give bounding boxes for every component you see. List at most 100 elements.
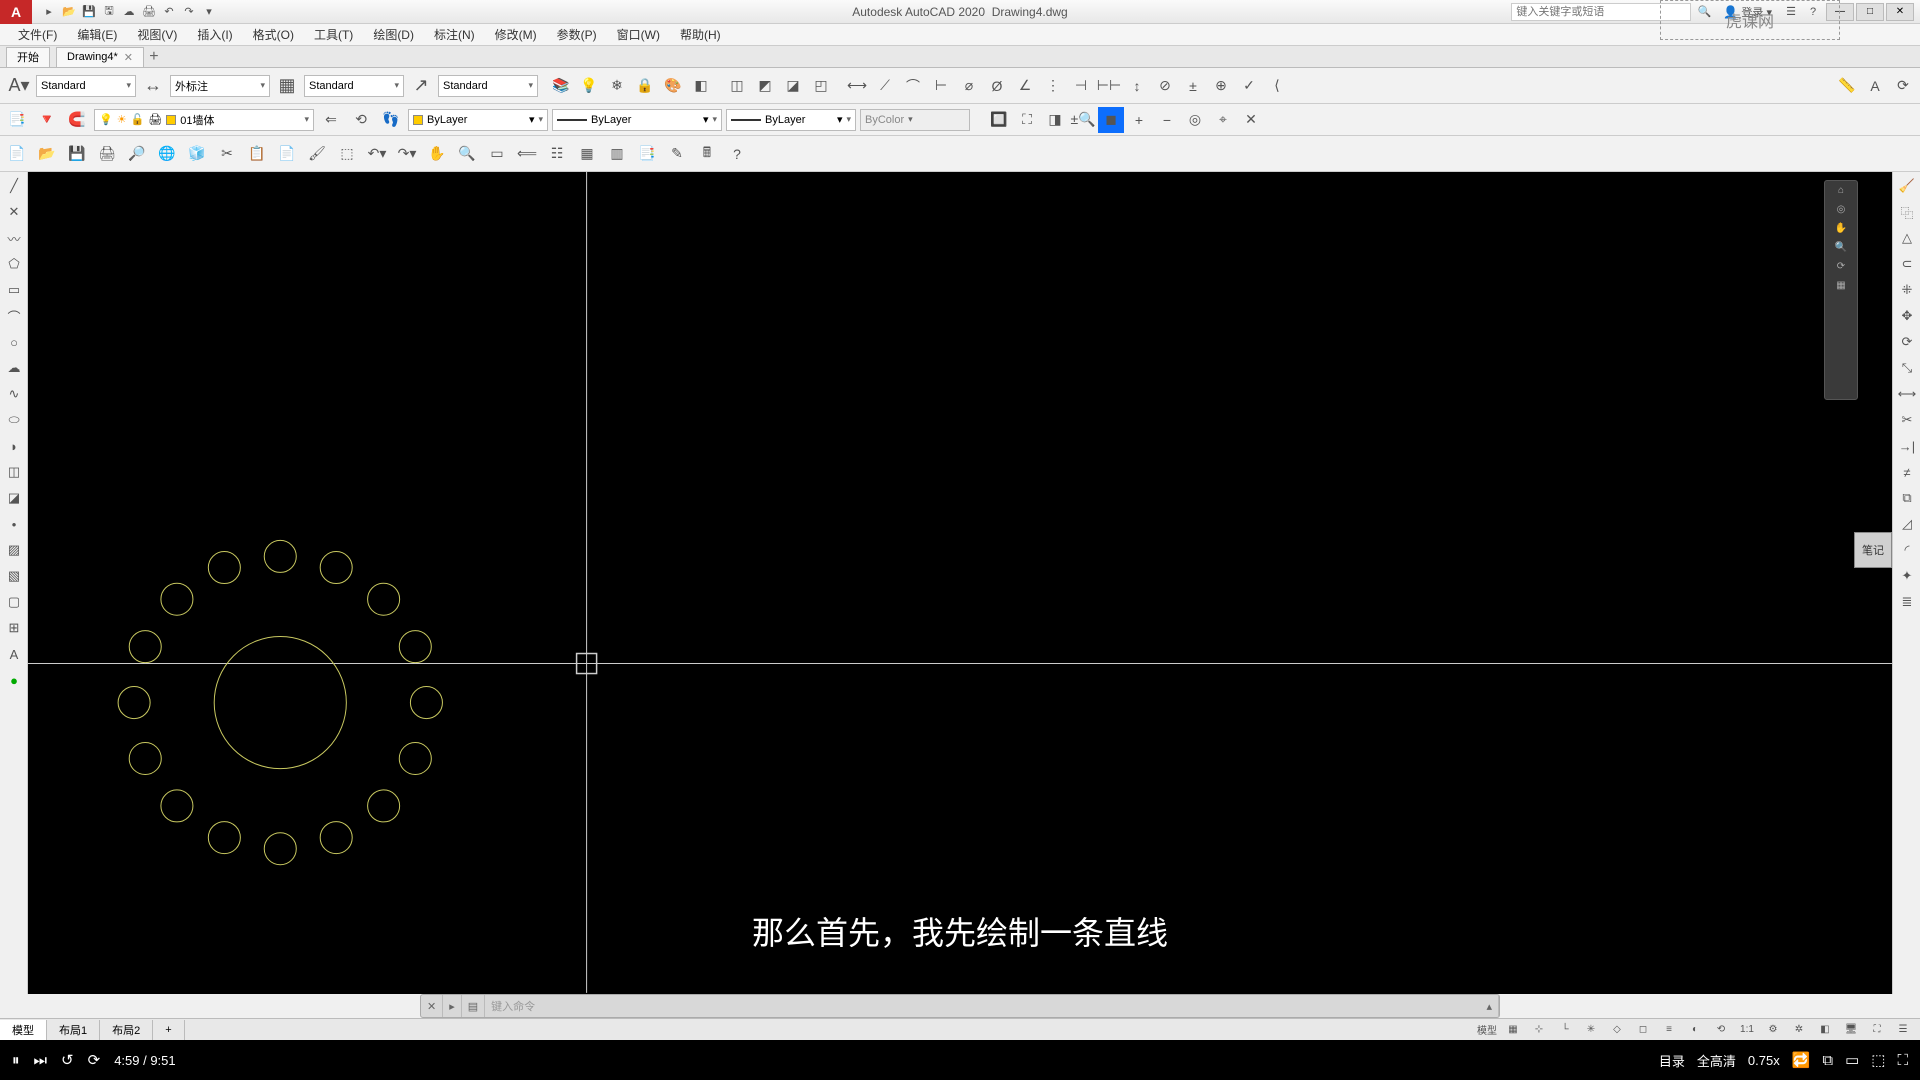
table-style-icon[interactable]: ▦	[272, 71, 302, 101]
stretch-icon[interactable]: ⟷	[1895, 382, 1919, 406]
cmd-close-icon[interactable]: ✕	[421, 995, 443, 1017]
tab-layout2[interactable]: 布局2	[100, 1020, 153, 1040]
zoom-rect-icon[interactable]: ▭	[484, 141, 510, 167]
zoom-out-icon[interactable]: −	[1154, 107, 1180, 133]
st-gear-icon[interactable]: ⚙	[1762, 1021, 1784, 1039]
preview-icon[interactable]: 🔎	[124, 141, 150, 167]
zoom-all-icon[interactable]: ◼	[1098, 107, 1124, 133]
dim-diam-icon[interactable]: Ø	[984, 73, 1010, 99]
st-polar-icon[interactable]: ✳	[1580, 1021, 1602, 1039]
calc-icon[interactable]: 🖩	[694, 141, 720, 167]
layer-walk-icon[interactable]: 👣	[378, 107, 404, 133]
zoom-scale-icon[interactable]: ✕	[1238, 107, 1264, 133]
gradient-icon[interactable]: ▧	[2, 564, 26, 588]
point-icon[interactable]: •	[2, 512, 26, 536]
st-lw-icon[interactable]: ≡	[1658, 1021, 1680, 1039]
exchange-icon[interactable]: ☰	[1782, 3, 1800, 21]
loop-icon[interactable]: 🔁	[1792, 1051, 1811, 1069]
nav-wheel-icon[interactable]: ◎	[1837, 204, 1846, 215]
zoom-obj-icon[interactable]: ⌖	[1210, 107, 1236, 133]
search-input[interactable]	[1511, 3, 1691, 21]
addsel-icon[interactable]: ●	[2, 668, 26, 692]
refresh-icon[interactable]: ⟳	[1890, 73, 1916, 99]
table-style-combo[interactable]: Standard	[304, 75, 404, 97]
tab-model[interactable]: 模型	[0, 1020, 47, 1040]
pan-icon[interactable]: ✋	[424, 141, 450, 167]
color-combo[interactable]: ByLayer▾	[408, 109, 548, 131]
layer-on-icon[interactable]: 💡	[576, 73, 602, 99]
text-style-icon[interactable]: A▾	[4, 71, 34, 101]
dim-quick-icon[interactable]: ⋮	[1040, 73, 1066, 99]
zoom-window-icon[interactable]: 🔲	[986, 107, 1012, 133]
nav-zoom-icon[interactable]: 🔍	[1835, 242, 1847, 253]
dim-tol-icon[interactable]: ±	[1180, 73, 1206, 99]
explode-icon[interactable]: ✦	[1895, 564, 1919, 588]
cmd-expand-icon[interactable]: ▸	[443, 995, 462, 1017]
tab-layout1[interactable]: 布局1	[47, 1020, 100, 1040]
st-ws-icon[interactable]: ◧	[1814, 1021, 1836, 1039]
menu-file[interactable]: 文件(F)	[8, 26, 67, 43]
nav-bar[interactable]: ⌂ ◎ ✋ 🔍 ⟳ ▦	[1824, 180, 1858, 400]
dim-jog-icon[interactable]: ⟨	[1264, 73, 1290, 99]
hatch-icon[interactable]: ▨	[2, 538, 26, 562]
sheetset-icon[interactable]: 📑	[634, 141, 660, 167]
menu-draw[interactable]: 绘图(D)	[363, 26, 424, 43]
menu-modify[interactable]: 修改(M)	[485, 26, 547, 43]
st-ortho-icon[interactable]: └	[1554, 1021, 1576, 1039]
align-icon[interactable]: ≣	[1895, 590, 1919, 614]
tab-drawing4[interactable]: Drawing4*✕	[56, 47, 144, 67]
st-snap-icon[interactable]: ⊹	[1528, 1021, 1550, 1039]
text-style-combo[interactable]: Standard	[36, 75, 136, 97]
pip-icon[interactable]: ⧉	[1822, 1052, 1833, 1069]
drawing-canvas[interactable]: ⌂ ◎ ✋ 🔍 ⟳ ▦ 笔记 那么首先，我先绘制一条直线	[28, 172, 1892, 994]
chamfer-icon[interactable]: ◿	[1895, 512, 1919, 536]
video-catalog[interactable]: 目录	[1659, 1051, 1685, 1070]
plot-icon[interactable]: 🖨	[140, 3, 158, 21]
st-iso-icon[interactable]: ◇	[1606, 1021, 1628, 1039]
pause-icon[interactable]: ⏸	[12, 1052, 20, 1069]
menu-param[interactable]: 参数(P)	[547, 26, 607, 43]
menu-window[interactable]: 窗口(W)	[607, 26, 670, 43]
dim-cont-icon[interactable]: ⊢⊢	[1096, 73, 1122, 99]
undo-icon[interactable]: ↶	[160, 3, 178, 21]
tab-add-button[interactable]: +	[144, 47, 164, 67]
mtext-icon[interactable]: A	[2, 642, 26, 666]
replay-icon[interactable]: ⟳	[88, 1051, 101, 1069]
command-line[interactable]: ✕ ▸ ▤ 键入命令 ▴	[420, 994, 1500, 1018]
join-icon[interactable]: ⧉	[1895, 486, 1919, 510]
layer-prev-icon[interactable]: ⟲	[348, 107, 374, 133]
rotate-icon[interactable]: ⟳	[1895, 330, 1919, 354]
menu-edit[interactable]: 编辑(E)	[67, 26, 127, 43]
ellipse-icon[interactable]: ⬭	[2, 408, 26, 432]
st-transp-icon[interactable]: ◐	[1684, 1021, 1706, 1039]
fillet-icon[interactable]: ◜	[1895, 538, 1919, 562]
pline-icon[interactable]: 〰	[2, 226, 26, 250]
nav-orbit-icon[interactable]: ⟳	[1837, 261, 1845, 272]
region-icon[interactable]: ▢	[2, 590, 26, 614]
rewind-icon[interactable]: ↺	[61, 1051, 74, 1069]
layer-combo[interactable]: 💡☀🔓🖨01墙体	[94, 109, 314, 131]
array-icon[interactable]: ⁜	[1895, 278, 1919, 302]
next-icon[interactable]: ⏭	[34, 1052, 48, 1069]
matchprop-icon[interactable]: 🖌	[304, 141, 330, 167]
dim-radius-icon[interactable]: ⌀	[956, 73, 982, 99]
mirror-icon[interactable]: △	[1895, 226, 1919, 250]
menu-format[interactable]: 格式(O)	[243, 26, 304, 43]
xref-attach-icon[interactable]: ◩	[752, 73, 778, 99]
circle-icon[interactable]: ○	[2, 330, 26, 354]
fullscreen-icon[interactable]: ⛶	[1897, 1052, 1908, 1069]
save-icon[interactable]: 💾	[80, 3, 98, 21]
insert-block-icon[interactable]: ◫	[2, 460, 26, 484]
text-icon[interactable]: A	[1862, 73, 1888, 99]
zoom-tool-icon[interactable]: 🔍	[454, 141, 480, 167]
video-speed[interactable]: 0.75x	[1748, 1053, 1780, 1068]
toolpalette-icon[interactable]: ▥	[604, 141, 630, 167]
copy-icon[interactable]: 📋	[244, 141, 270, 167]
rectangle-icon[interactable]: ▭	[2, 278, 26, 302]
notes-tab[interactable]: 笔记	[1854, 532, 1892, 568]
canvas-svg[interactable]	[28, 172, 1892, 993]
st-custom-icon[interactable]: ☰	[1892, 1021, 1914, 1039]
menu-view[interactable]: 视图(V)	[127, 26, 187, 43]
close-button[interactable]: ✕	[1886, 3, 1914, 21]
tab-close-icon[interactable]: ✕	[124, 51, 133, 64]
